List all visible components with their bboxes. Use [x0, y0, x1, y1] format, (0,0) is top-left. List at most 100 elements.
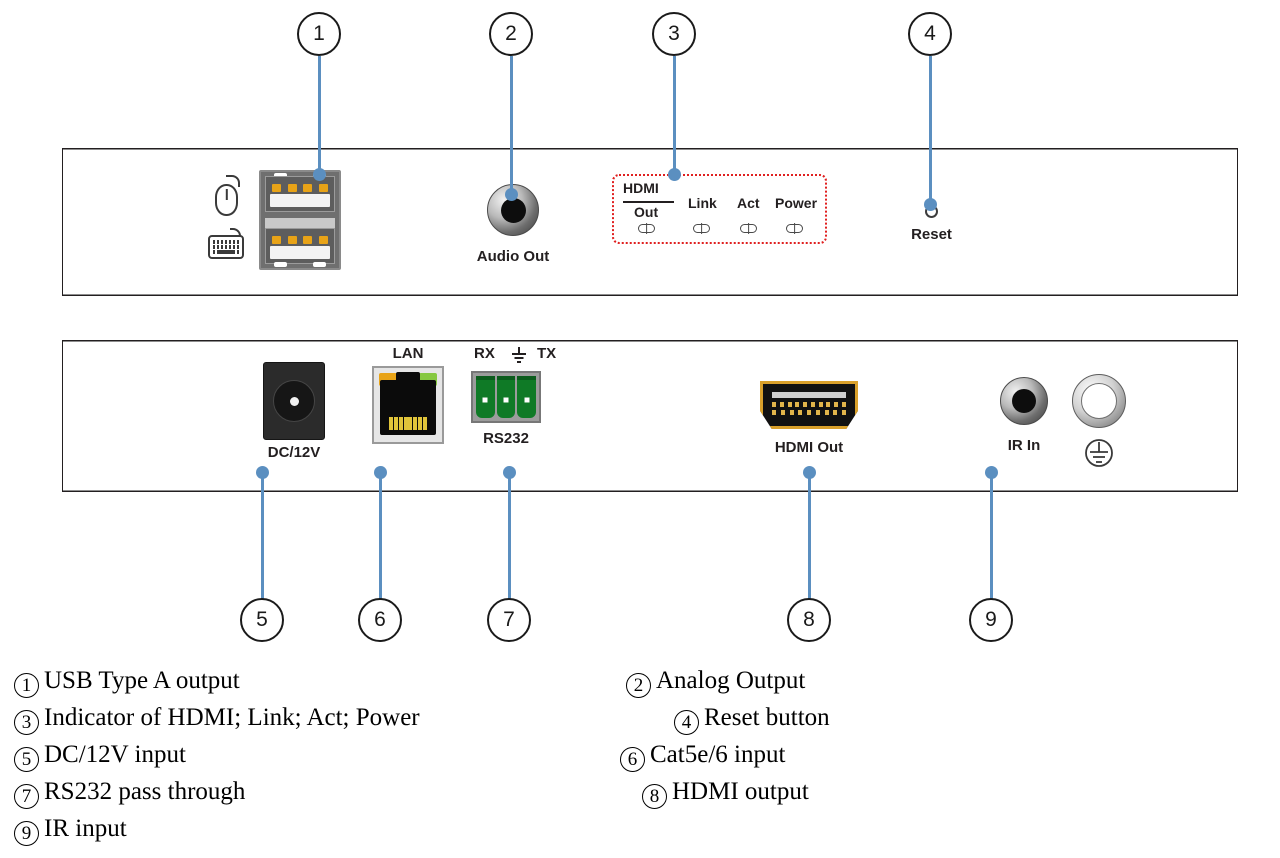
callout-1-label: 1 — [313, 22, 325, 45]
leader-dot-4 — [924, 198, 937, 211]
usb-pin — [287, 236, 297, 244]
lan-port[interactable] — [372, 366, 444, 444]
rj45-body — [372, 366, 444, 444]
hdmi-pin — [810, 402, 815, 407]
callout-8[interactable]: 8 — [787, 598, 831, 642]
indicator-hdmi-rule — [623, 201, 674, 203]
rj45-jack — [380, 372, 436, 435]
hdmi-pin — [834, 402, 839, 407]
rj45-tab — [396, 372, 420, 382]
dc-jack-pin — [289, 396, 299, 406]
hdmi-pin — [833, 410, 838, 415]
leader-dot-8 — [803, 466, 816, 479]
usb-notch — [313, 262, 326, 267]
ir-in-hole — [1012, 389, 1036, 413]
callout-1[interactable]: 1 — [297, 12, 341, 56]
hdmi-pin — [826, 402, 831, 407]
hdmi-out-port[interactable] — [760, 381, 858, 429]
legend-text-9: IR input — [44, 815, 127, 842]
usb-pin — [287, 184, 297, 192]
leader-line-6 — [379, 472, 382, 600]
usb-pins — [272, 236, 328, 244]
callout-4[interactable]: 4 — [908, 12, 952, 56]
callout-3-label: 3 — [668, 22, 680, 45]
hdmi-pin — [789, 410, 794, 415]
rs232-terminal-block — [471, 371, 541, 423]
key — [216, 245, 220, 249]
usb-tongue — [270, 194, 330, 207]
leader-line-5 — [261, 472, 264, 600]
legend-item-9: 9 IR input — [14, 815, 420, 846]
usb-tongue — [270, 246, 330, 259]
key — [236, 245, 239, 249]
callout-9-label: 9 — [985, 608, 997, 631]
rs232-label: RS232 — [483, 430, 529, 447]
ground-post-inner — [1081, 383, 1117, 419]
usb-pin — [272, 236, 281, 244]
rj45-pin — [398, 417, 403, 430]
led-hdmi-out — [638, 224, 655, 233]
hdmi-slot — [772, 392, 846, 398]
leader-dot-3 — [668, 168, 681, 181]
callout-5-label: 5 — [256, 608, 268, 631]
key — [232, 245, 236, 249]
key — [228, 245, 232, 249]
callout-7[interactable]: 7 — [487, 598, 531, 642]
reset-label: Reset — [911, 226, 952, 243]
legend-num-7: 7 — [14, 784, 39, 809]
callout-6[interactable]: 6 — [358, 598, 402, 642]
callout-8-label: 8 — [803, 608, 815, 631]
rj45-pin — [393, 417, 398, 430]
rj45-pin — [408, 417, 413, 430]
callout-2[interactable]: 2 — [489, 12, 533, 56]
dc-power-port[interactable] — [263, 362, 325, 440]
mouse-body — [215, 184, 238, 216]
legend-item-4: 4 Reset button — [674, 704, 830, 735]
legend-item-5: 5 DC/12V input — [14, 741, 420, 772]
rs232-pin-tx — [517, 376, 537, 418]
rs232-port[interactable] — [471, 371, 541, 423]
callout-3[interactable]: 3 — [652, 12, 696, 56]
rj45-pin — [418, 417, 423, 430]
usb-pin — [318, 236, 328, 244]
keyboard-body — [208, 235, 244, 259]
legend-num-1: 1 — [14, 673, 39, 698]
legend-text-1: USB Type A output — [44, 667, 240, 694]
leader-line-1 — [318, 56, 321, 174]
hdmi-pin — [779, 402, 784, 407]
hdmi-pin — [841, 402, 846, 407]
usb-pins — [272, 184, 328, 192]
legend-num-2: 2 — [626, 673, 651, 698]
usb-pin — [318, 184, 328, 192]
key — [236, 240, 239, 244]
key — [220, 245, 224, 249]
usb-type-a-port[interactable] — [259, 170, 341, 270]
callout-5[interactable]: 5 — [240, 598, 284, 642]
callout-7-label: 7 — [503, 608, 515, 631]
spacebar-key — [216, 250, 236, 254]
callout-9[interactable]: 9 — [969, 598, 1013, 642]
rs232-rx-label: RX — [474, 345, 495, 362]
key — [228, 240, 232, 244]
hdmi-pins — [772, 402, 846, 415]
key — [213, 240, 216, 244]
panel-diagram: 1 2 3 4 Audio Out HDMI Out Link Act Powe… — [0, 0, 1280, 858]
ground-post[interactable] — [1072, 374, 1126, 428]
usb-notch — [274, 262, 287, 267]
leader-line-4 — [929, 56, 932, 204]
indicator-group: HDMI Out Link Act Power — [612, 174, 827, 244]
legend-item-6: 6 Cat5e/6 input — [620, 741, 830, 772]
indicator-act-label: Act — [737, 195, 760, 211]
key — [213, 245, 216, 249]
audio-out-label: Audio Out — [476, 248, 550, 265]
earth-ground-icon — [1085, 439, 1113, 467]
leader-dot-6 — [374, 466, 387, 479]
legend-text-3: Indicator of HDMI; Link; Act; Power — [44, 704, 420, 731]
usb-bay-bottom — [265, 228, 335, 264]
legend-num-5: 5 — [14, 747, 39, 772]
usb-divider — [265, 218, 335, 228]
led-link — [693, 224, 710, 233]
hdmi-connector — [760, 381, 858, 429]
indicator-out-label: Out — [634, 204, 659, 220]
ir-in-jack[interactable] — [1000, 377, 1048, 425]
